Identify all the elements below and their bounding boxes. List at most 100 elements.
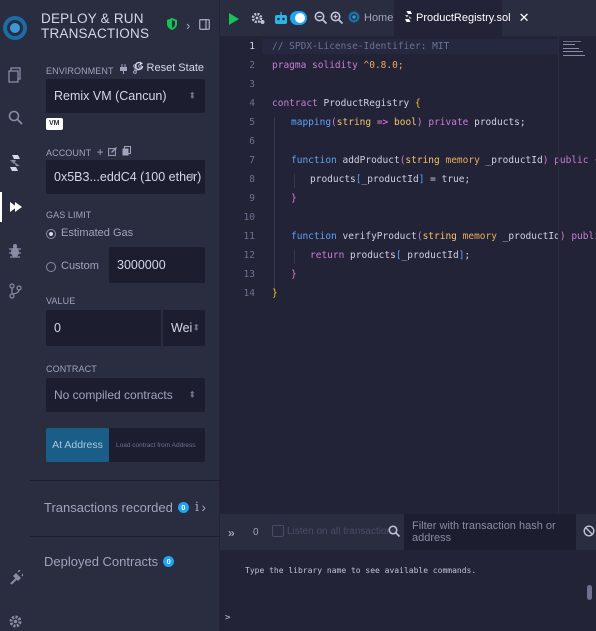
listen-label: Listen on all transactions (287, 526, 398, 537)
select-caret-icon: ⬍ (188, 171, 196, 182)
icon-rail (0, 0, 30, 631)
run-script-icon[interactable] (229, 12, 239, 30)
plug-icon (119, 64, 131, 76)
terminal-message: Type the library name to see available c… (245, 566, 477, 575)
deployed-count-badge: 0 (163, 555, 175, 567)
contract-select[interactable]: No compiled contracts ⬍ (46, 378, 205, 412)
custom-gas-label: Custom (61, 260, 99, 272)
at-address-button[interactable]: At Address (46, 428, 109, 462)
transactions-recorded-row[interactable]: Transactions recorded 0 i › (44, 498, 206, 516)
estimated-gas-radio[interactable] (46, 229, 56, 239)
custom-gas-radio[interactable] (46, 262, 56, 272)
gas-limit-label: GAS LIMIT (46, 210, 92, 220)
terminal-prompt[interactable]: > (225, 613, 230, 623)
gas-limit-value: 3000000 (117, 258, 166, 272)
code-editor[interactable]: 1 2 3 4 5 6 7 8 9 10 11 12 13 14 // SPDX… (220, 36, 596, 514)
search-icon[interactable] (388, 525, 401, 540)
line-number: 13 (243, 269, 255, 280)
tab-productregistry[interactable]: ProductRegistry.sol ✕ (394, 0, 529, 36)
panel-title: DEPLOY & RUN TRANSACTIONS (41, 11, 150, 41)
line-number: 9 (249, 193, 255, 204)
verified-shield-icon (167, 18, 177, 33)
remix-home-icon (348, 11, 360, 26)
logo-icon[interactable] (0, 12, 30, 44)
line-number: 5 (249, 117, 255, 128)
plus-icon[interactable]: + (97, 145, 104, 159)
terminal-scrollbar[interactable] (587, 585, 592, 600)
section-divider (30, 480, 220, 481)
code-line: products[_productId] = true; (310, 174, 471, 185)
line-number: 11 (243, 231, 255, 242)
plugin-manager-icon[interactable] (0, 563, 30, 593)
solidity-file-icon (405, 11, 412, 25)
value-amount: 0 (54, 321, 61, 335)
editor-tab-bar: Home ProductRegistry.sol ✕ (220, 0, 596, 36)
at-address-input[interactable]: Load contract from Address (109, 428, 205, 462)
transactions-count-badge: 0 (177, 501, 189, 513)
line-number: 1 (249, 41, 255, 52)
value-input[interactable]: 0 (46, 310, 161, 346)
account-value: 0x5B3...eddC4 (100 ether) (54, 170, 202, 184)
gas-limit-input[interactable]: 3000000 (109, 247, 205, 283)
toggle-panel-icon[interactable] (199, 18, 211, 33)
solidity-compiler-icon[interactable] (0, 148, 30, 178)
account-select[interactable]: 0x5B3...eddC4 (100 ether) ⬍ (46, 160, 205, 194)
search-icon[interactable] (0, 102, 30, 132)
select-caret-icon: ⬍ (188, 90, 196, 101)
code-line: contract ProductRegistry { (272, 98, 421, 109)
line-number: 2 (249, 60, 255, 71)
line-number: 12 (243, 250, 255, 261)
settings-icon[interactable] (0, 606, 30, 631)
indent-guide (274, 117, 275, 293)
close-icon[interactable]: ✕ (519, 10, 530, 26)
code-line: mapping(string => bool) private products… (291, 117, 526, 128)
listen-checkbox[interactable] (272, 525, 284, 537)
deploy-run-icon[interactable] (0, 192, 30, 222)
minimap[interactable] (558, 36, 596, 514)
code-line: pragma solidity ^0.8.0; (272, 60, 404, 71)
debugger-icon[interactable] (0, 236, 30, 266)
clear-console-icon[interactable] (583, 525, 595, 540)
edit-icon[interactable] (108, 147, 120, 158)
zoom-out-icon[interactable] (314, 11, 328, 29)
collapse-terminal-icon[interactable]: » (228, 526, 235, 540)
environment-select[interactable]: Remix VM (Cancun) ⬍ (46, 79, 205, 113)
environment-label: ENVIRONMENT (46, 64, 142, 76)
line-number: 10 (243, 212, 255, 223)
unit-value: Wei (171, 321, 193, 335)
code-line: function addProduct(string memory _produ… (291, 155, 596, 166)
copy-icon[interactable] (122, 146, 131, 158)
contract-label: CONTRACT (46, 364, 97, 374)
select-caret-icon: ⬍ (188, 389, 196, 400)
git-icon[interactable] (0, 276, 30, 306)
filter-input[interactable]: Filter with transaction hash or address (404, 514, 576, 550)
deploy-run-panel: DEPLOY & RUN TRANSACTIONS › ENVIRONMENT … (30, 0, 220, 631)
code-line: return products[_productId]; (310, 250, 471, 261)
tab-home[interactable]: Home (348, 0, 393, 36)
gear-icon[interactable] (251, 11, 265, 30)
code-line: function verifyProduct(string memory _pr… (291, 231, 596, 242)
zoom-in-icon[interactable] (330, 11, 344, 29)
unit-select[interactable]: Wei ⬍ (162, 310, 205, 346)
contract-value: No compiled contracts (54, 388, 173, 402)
terminal-toolbar: » 0 Listen on all transactions Filter wi… (220, 514, 596, 550)
file-explorer-icon[interactable] (0, 60, 30, 90)
vm-badge: VM (46, 118, 63, 130)
reset-state-button[interactable]: Reset State (134, 61, 204, 74)
code-line: } (291, 269, 297, 280)
account-label: ACCOUNT + (46, 145, 131, 159)
environment-value: Remix VM (Cancun) (54, 89, 167, 103)
line-number: 4 (249, 98, 255, 109)
deployed-contracts-row: Deployed Contracts 0 (44, 552, 175, 570)
toggle-switch-icon[interactable] (290, 11, 307, 25)
code-line: // SPDX-License-Identifier: MIT (272, 41, 450, 52)
indent-guide (294, 174, 295, 188)
line-number: 7 (249, 155, 255, 166)
chevron-right-icon[interactable]: › (186, 18, 190, 33)
value-label: VALUE (46, 296, 76, 306)
pending-tx-count: 0 (253, 527, 259, 538)
chevron-right-icon[interactable]: › (201, 499, 206, 515)
terminal-output[interactable]: Type the library name to see available c… (220, 550, 596, 631)
ai-robot-icon[interactable] (274, 11, 288, 30)
info-icon[interactable]: i (195, 500, 199, 515)
